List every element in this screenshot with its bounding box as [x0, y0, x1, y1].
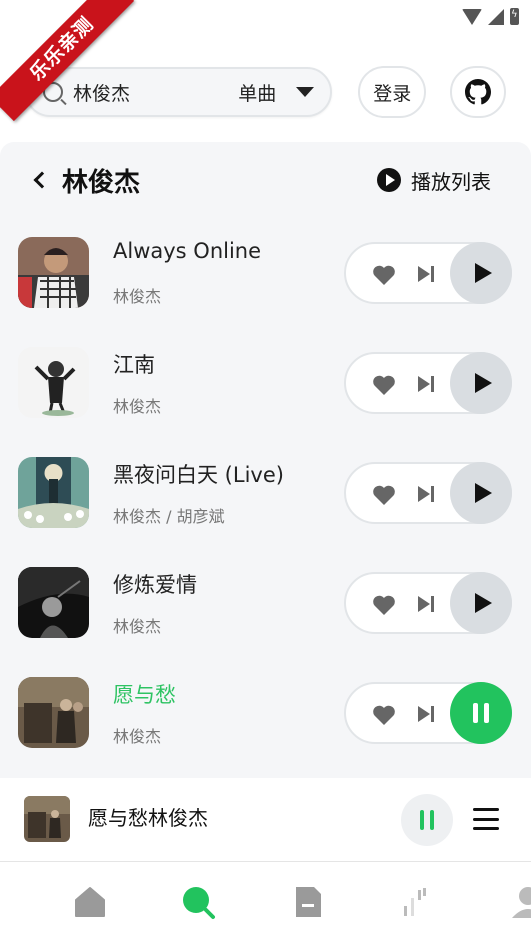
album-cover: [18, 457, 89, 528]
play-button[interactable]: [450, 352, 512, 414]
github-icon: [465, 79, 492, 105]
song-list: Always Online 林俊杰 江南 林俊杰 黑夜问白天 (Live) 林俊…: [0, 237, 531, 787]
login-button[interactable]: 登录: [358, 66, 427, 118]
document-icon[interactable]: [290, 884, 326, 920]
search-type-label: 单曲: [238, 82, 277, 105]
mini-pause-button[interactable]: [401, 794, 453, 846]
cellular-icon: [488, 8, 504, 25]
playlist-label: 播放列表: [411, 169, 491, 194]
play-button[interactable]: [450, 242, 512, 304]
song-controls: [344, 352, 512, 414]
caret-down-icon: [296, 87, 315, 97]
song-row[interactable]: 愿与愁 林俊杰: [0, 677, 531, 787]
song-artist: 林俊杰: [113, 287, 162, 306]
play-circle-icon: [377, 168, 401, 192]
next-track-icon[interactable]: [416, 594, 436, 614]
song-title: 黑夜问白天 (Live): [113, 463, 284, 487]
song-artist: 林俊杰 / 胡彦斌: [113, 507, 225, 526]
song-controls: [344, 572, 512, 634]
home-icon[interactable]: [72, 884, 108, 920]
pause-icon: [473, 703, 489, 723]
album-cover: [18, 347, 89, 418]
song-controls: [344, 462, 512, 524]
heart-icon[interactable]: [372, 594, 396, 616]
heart-icon[interactable]: [372, 374, 396, 396]
play-button[interactable]: [450, 572, 512, 634]
play-icon: [474, 593, 492, 613]
play-icon: [474, 263, 492, 283]
song-controls: [344, 682, 512, 744]
search-icon[interactable]: [180, 884, 216, 920]
song-row[interactable]: 黑夜问白天 (Live) 林俊杰 / 胡彦斌: [0, 457, 531, 567]
heart-icon[interactable]: [372, 704, 396, 726]
search-type-select[interactable]: 单曲: [238, 79, 315, 106]
heart-icon[interactable]: [372, 484, 396, 506]
song-controls: [344, 242, 512, 304]
song-artist: 林俊杰: [113, 727, 162, 746]
bottom-nav: [0, 862, 531, 944]
next-track-icon[interactable]: [416, 484, 436, 504]
song-title: 愿与愁: [113, 683, 176, 707]
heart-icon[interactable]: [372, 264, 396, 286]
menu-icon[interactable]: [473, 808, 499, 830]
song-title: Always Online: [113, 239, 262, 263]
song-row[interactable]: Always Online 林俊杰: [0, 237, 531, 347]
pause-icon: [420, 810, 434, 830]
chart-icon[interactable]: [398, 884, 434, 920]
next-track-icon[interactable]: [416, 374, 436, 394]
album-cover: [18, 567, 89, 638]
page-title: 林俊杰: [62, 167, 141, 198]
next-track-icon[interactable]: [416, 704, 436, 724]
github-button[interactable]: [450, 66, 506, 118]
song-row[interactable]: 修炼爱情 林俊杰: [0, 567, 531, 677]
song-title: 江南: [113, 353, 155, 377]
next-track-icon[interactable]: [416, 264, 436, 284]
back-icon[interactable]: [33, 171, 51, 189]
battery-icon: [510, 8, 519, 25]
song-row[interactable]: 江南 林俊杰: [0, 347, 531, 457]
artist-panel: 林俊杰 播放列表 Always Online 林俊杰 江南 林俊杰 黑夜问白天 …: [0, 142, 531, 778]
mini-player-title[interactable]: 愿与愁林俊杰: [88, 802, 208, 831]
play-icon: [474, 373, 492, 393]
search-input[interactable]: 林俊杰 单曲: [25, 67, 333, 117]
play-button[interactable]: [450, 462, 512, 524]
song-artist: 林俊杰: [113, 397, 162, 416]
search-query[interactable]: 林俊杰: [73, 79, 238, 106]
user-icon[interactable]: [510, 884, 531, 920]
header: 林俊杰 单曲 登录: [25, 66, 506, 118]
pause-button[interactable]: [450, 682, 512, 744]
mini-player-cover[interactable]: [24, 796, 70, 842]
song-artist: 林俊杰: [113, 617, 162, 636]
mini-player: 愿与愁林俊杰: [0, 778, 531, 862]
album-cover: [18, 677, 89, 748]
song-title: 修炼爱情: [113, 573, 197, 597]
play-icon: [474, 483, 492, 503]
wifi-icon: [462, 8, 482, 25]
playlist-button[interactable]: 播放列表: [377, 166, 491, 195]
album-cover: [18, 237, 89, 308]
